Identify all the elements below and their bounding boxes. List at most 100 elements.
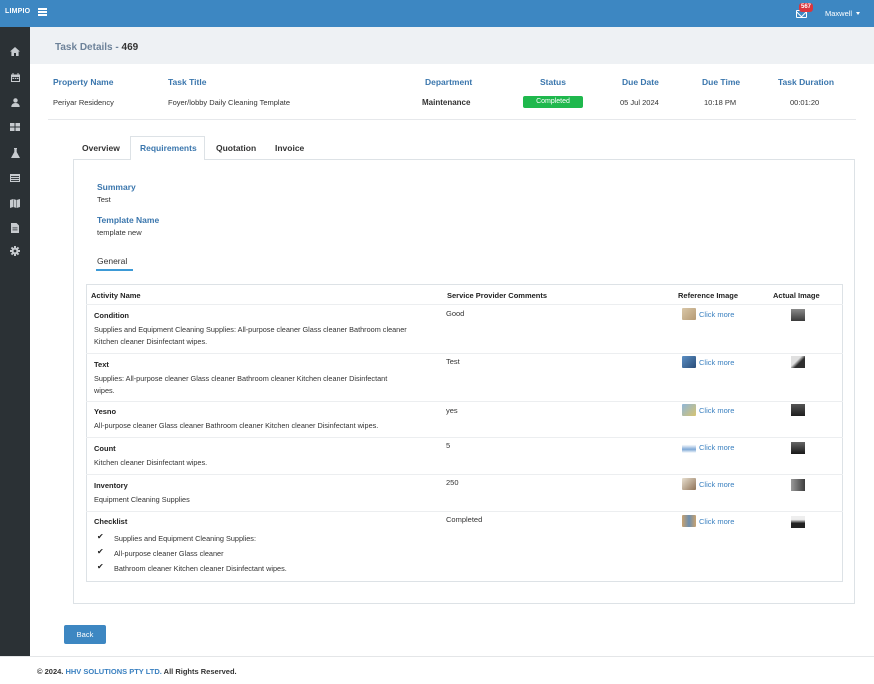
activity-name: Yesno [94, 407, 117, 416]
activity-description: Supplies: All-purpose cleaner Glass clea… [94, 374, 388, 383]
click-more-link[interactable]: Click more [699, 358, 734, 367]
provider-comment: Test [446, 357, 460, 366]
task-title-label: Task Title [168, 77, 207, 87]
due-date-value: 05 Jul 2024 [620, 98, 659, 107]
notifications-button[interactable]: 567 [795, 3, 814, 20]
task-id: 469 [121, 42, 139, 53]
grid-icon[interactable] [9, 121, 21, 133]
user-name: Maxwell [825, 9, 853, 18]
property-name-label: Property Name [53, 77, 114, 87]
click-more-link[interactable]: Click more [699, 517, 734, 526]
page-title-prefix: Task Details - [55, 42, 122, 53]
sub-tab-underline [96, 269, 133, 271]
status-badge: Completed [523, 96, 583, 108]
user-menu[interactable]: Maxwell [825, 9, 861, 18]
template-name-label: Template Name [97, 215, 160, 225]
actual-image-thumbnail[interactable] [791, 442, 805, 454]
activity-description: wipes. [94, 386, 115, 395]
reference-image-thumbnail[interactable] [682, 404, 696, 416]
activity-name-header: Activity Name [91, 291, 141, 300]
row-divider [86, 437, 843, 438]
footer: © 2024. HHV SOLUTIONS PTY LTD. All Right… [0, 656, 874, 684]
page-title: Task Details - 469 [55, 42, 138, 53]
page-header: Task Details - 469 [30, 27, 874, 64]
user-icon[interactable] [9, 96, 21, 108]
actual-image-thumbnail[interactable] [791, 356, 805, 368]
department-label: Department [425, 77, 473, 87]
reference-image-thumbnail[interactable] [682, 441, 696, 453]
summary-label: Summary [97, 182, 136, 192]
actual-image-header: Actual Image [773, 291, 820, 300]
provider-comment: Completed [446, 515, 483, 524]
gear-icon[interactable] [9, 245, 21, 257]
activity-name: Checklist [94, 517, 128, 526]
calendar-icon[interactable] [9, 71, 21, 83]
click-more-link[interactable]: Click more [699, 310, 734, 319]
caret-down-icon [856, 12, 861, 15]
activity-description: Equipment Cleaning Supplies [94, 495, 190, 504]
actual-image-thumbnail[interactable] [791, 516, 805, 528]
activity-description: Supplies and Equipment Cleaning Supplies… [94, 325, 407, 334]
checklist-item: All-purpose cleaner Glass cleaner [114, 549, 224, 558]
company-link[interactable]: HHV SOLUTIONS PTY LTD. [65, 667, 161, 676]
map-icon[interactable] [9, 197, 21, 209]
copyright-prefix: © 2024. [37, 667, 66, 676]
click-more-link[interactable]: Click more [699, 443, 734, 452]
template-name-value: template new [97, 228, 142, 237]
click-more-link[interactable]: Click more [699, 406, 734, 415]
row-divider [86, 474, 843, 475]
checkmark-icon: ✔ [97, 562, 104, 571]
copyright-suffix: All Rights Reserved. [161, 667, 237, 676]
actual-image-thumbnail[interactable] [791, 479, 805, 491]
tab-requirements[interactable]: Requirements [140, 143, 197, 153]
checkmark-icon: ✔ [97, 547, 104, 556]
row-divider [86, 401, 843, 402]
menu-toggle-icon[interactable] [38, 8, 47, 16]
reference-image-thumbnail[interactable] [682, 356, 696, 368]
activity-description: Kitchen cleaner Disinfectant wipes. [94, 458, 208, 467]
notification-count-badge: 567 [799, 3, 814, 12]
tab-overview[interactable]: Overview [82, 143, 120, 153]
property-name-value: Periyar Residency [53, 98, 114, 107]
summary-value: Test [97, 195, 111, 204]
tab-invoice[interactable]: Invoice [275, 143, 304, 153]
reference-image-header: Reference Image [678, 291, 739, 300]
main-content: Task Details - 469 Property Name Task Ti… [30, 27, 874, 656]
actual-image-thumbnail[interactable] [791, 404, 805, 416]
reference-image-thumbnail[interactable] [682, 308, 696, 320]
due-time-value: 10:18 PM [704, 98, 737, 107]
back-button[interactable]: Back [64, 625, 106, 644]
tab-quotation[interactable]: Quotation [216, 143, 256, 153]
due-time-label: Due Time [702, 77, 741, 87]
sidebar [0, 27, 30, 684]
actual-image-thumbnail[interactable] [791, 309, 805, 321]
comments-header: Service Provider Comments [447, 291, 548, 300]
click-more-link[interactable]: Click more [699, 480, 734, 489]
activity-name: Inventory [94, 481, 128, 490]
activity-name: Condition [94, 311, 129, 320]
activity-name: Count [94, 444, 116, 453]
provider-comment: yes [446, 406, 458, 415]
home-icon[interactable] [9, 45, 21, 57]
due-date-label: Due Date [622, 77, 659, 87]
list-icon[interactable] [9, 172, 21, 184]
checklist-item: Bathroom cleaner Kitchen cleaner Disinfe… [114, 564, 287, 573]
activity-description: Kitchen cleaner Disinfectant wipes. [94, 337, 208, 346]
task-duration-label: Task Duration [778, 77, 835, 87]
provider-comment: 250 [446, 478, 459, 487]
file-icon[interactable] [9, 222, 21, 234]
provider-comment: Good [446, 309, 465, 318]
header-row-divider [86, 304, 843, 305]
checklist-item: Supplies and Equipment Cleaning Supplies… [114, 534, 256, 543]
provider-comment: 5 [446, 441, 451, 450]
brand-logo[interactable]: LIMPIO [5, 8, 30, 15]
reference-image-thumbnail[interactable] [682, 515, 696, 527]
status-label: Status [540, 77, 566, 87]
activity-description: All-purpose cleaner Glass cleaner Bathro… [94, 421, 379, 430]
activity-name: Text [94, 360, 109, 369]
reference-image-thumbnail[interactable] [682, 478, 696, 490]
flask-icon[interactable] [9, 147, 21, 159]
top-navbar: LIMPIO 567 Maxwell [0, 0, 874, 27]
sub-tab-general[interactable]: General [97, 256, 127, 266]
task-title-value: Foyer/lobby Daily Cleaning Template [168, 98, 291, 107]
